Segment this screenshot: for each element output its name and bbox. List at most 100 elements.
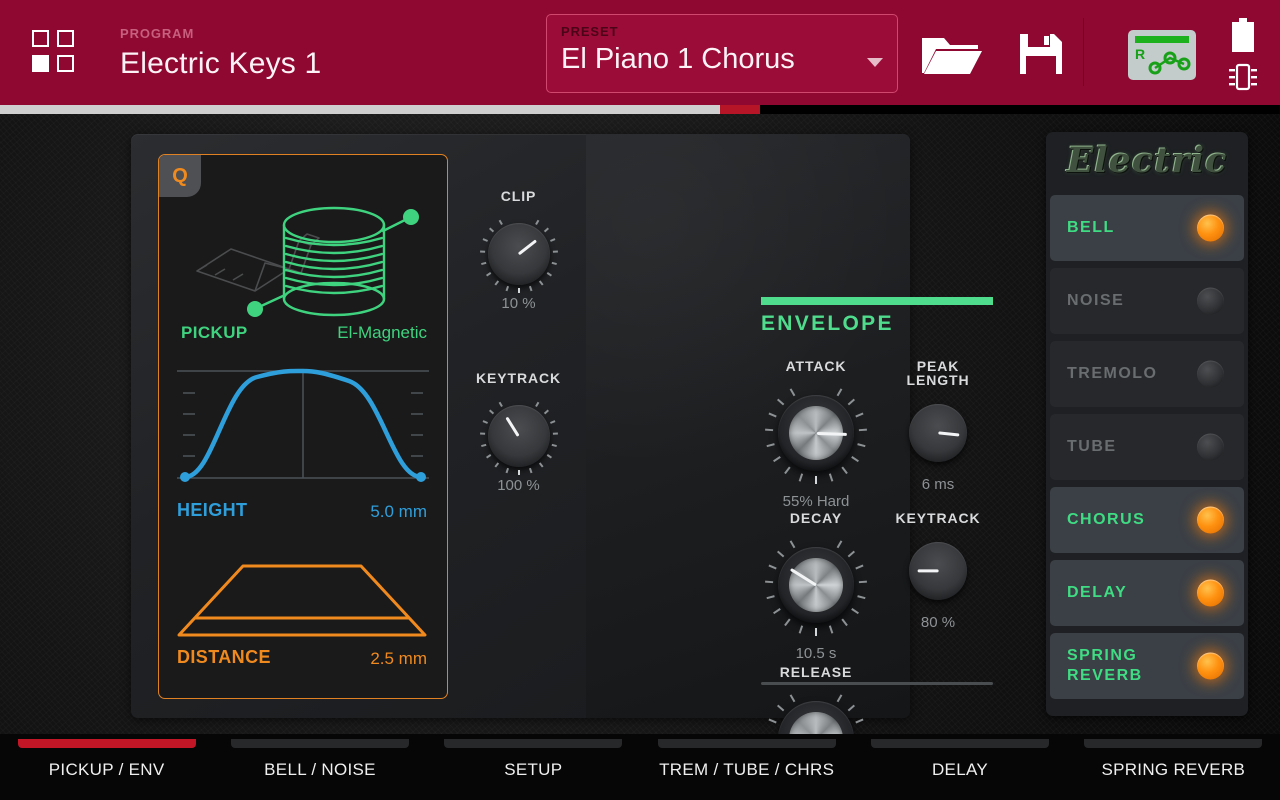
preset-value: El Piano 1 Chorus: [561, 43, 795, 75]
battery-icon: [1232, 18, 1254, 52]
pickup-knob-column: CLIP 10 % KEYTRACK 100 %: [456, 154, 581, 699]
header-divider: [1083, 18, 1084, 86]
tab-label-pickup-env: PICKUP / ENV: [48, 760, 165, 779]
distance-trapezoid-graph[interactable]: [173, 550, 433, 645]
distance-value[interactable]: 2.5 mm: [370, 649, 427, 669]
program-display[interactable]: PROGRAM Electric Keys 1: [120, 26, 321, 81]
module-item-bell[interactable]: BELL: [1050, 195, 1244, 261]
envelope-accent-bar: [761, 297, 993, 305]
tab-pickup-env[interactable]: PICKUP / ENV: [0, 734, 213, 800]
chip-icon: [1228, 62, 1258, 92]
peak-length-knob-value: 6 ms: [921, 476, 955, 493]
module-label-chorus: CHORUS: [1067, 511, 1146, 528]
routing-matrix-icon[interactable]: R: [1128, 30, 1196, 80]
knob-pointer: [937, 431, 959, 437]
keytrack-knob[interactable]: [479, 401, 558, 475]
height-info-row: HEIGHT 5.0 mm: [159, 500, 447, 530]
knob-tick: [815, 433, 817, 484]
module-item-tremolo[interactable]: TREMOLO: [1050, 341, 1244, 407]
clip-knob-label: CLIP: [500, 188, 537, 204]
bottom-tab-bar: PICKUP / ENV BELL / NOISE SETUP TREM / TUBE…: [0, 734, 1280, 800]
header-progress-bar[interactable]: [0, 105, 1280, 114]
module-item-noise[interactable]: NOISE: [1050, 268, 1244, 334]
knob-tick: [776, 398, 817, 434]
brand-logo: Electric: [1066, 140, 1228, 181]
tab-indicator-delay: [870, 739, 1049, 748]
tab-indicator-setup: [444, 739, 623, 748]
keytrack-knob-group[interactable]: KEYTRACK 100 %: [456, 371, 581, 494]
decay-knob[interactable]: [765, 540, 867, 636]
module-label-delay: DELAY: [1067, 584, 1128, 601]
module-led-tube[interactable]: [1197, 433, 1224, 461]
attack-knob[interactable]: [765, 388, 867, 484]
program-label: PROGRAM: [120, 26, 195, 41]
tab-label-spring-reverb: SPRING REVERB: [1101, 760, 1246, 779]
module-led-noise[interactable]: [1197, 287, 1224, 315]
tab-spring-reverb[interactable]: SPRING REVERB: [1067, 734, 1280, 800]
preset-label: PRESET: [561, 24, 619, 39]
header-bar: PROGRAM Electric Keys 1 PRESET El Piano …: [0, 0, 1280, 105]
peak-length-knob-group[interactable]: PEAK LENGTH 6 ms: [883, 359, 993, 493]
peak-length-knob-label: PEAK LENGTH: [906, 358, 970, 388]
module-label-tremolo: TREMOLO: [1067, 365, 1158, 382]
floppy-disk-save-icon[interactable]: [1018, 32, 1064, 76]
clip-knob[interactable]: [479, 219, 558, 293]
module-led-bell[interactable]: [1197, 214, 1224, 242]
pickup-type-value[interactable]: El-Magnetic: [337, 323, 427, 343]
chevron-down-icon[interactable]: [867, 58, 883, 67]
height-value[interactable]: 5.0 mm: [370, 502, 427, 522]
module-item-tube[interactable]: TUBE: [1050, 414, 1244, 480]
distance-label: DISTANCE: [177, 647, 271, 667]
tab-indicator-pickup-env: [17, 739, 196, 748]
envelope-footer-line: [761, 682, 993, 685]
module-label-bell: BELL: [1067, 219, 1115, 236]
tab-label-setup: SETUP: [504, 760, 563, 779]
tab-indicator-spring-reverb: [1084, 739, 1263, 748]
env-keytrack-knob-value: 80 %: [920, 614, 956, 631]
progress-red-segment: [720, 105, 760, 114]
module-item-delay[interactable]: DELAY: [1050, 560, 1244, 626]
module-label-spring-reverb: SPRING REVERB: [1067, 647, 1143, 684]
pickup-panel[interactable]: Q PICKUP El-Magnetic HEIGHT 5.0 mm DISTA…: [158, 154, 448, 699]
decay-knob-value: 10.5 s: [795, 645, 837, 662]
module-label-tube: TUBE: [1067, 438, 1117, 455]
knob-pointer: [917, 569, 938, 573]
module-led-spring-reverb[interactable]: [1197, 652, 1224, 680]
folder-open-icon[interactable]: [920, 32, 982, 76]
decay-knob-group[interactable]: DECAY 10.5 s: [761, 511, 871, 662]
module-led-tremolo[interactable]: [1197, 360, 1224, 388]
tab-indicator-trem-tube-chrs: [657, 739, 836, 748]
release-knob-label: RELEASE: [779, 664, 853, 680]
attack-knob-label: ATTACK: [785, 358, 847, 374]
tab-bell-noise[interactable]: BELL / NOISE: [213, 734, 426, 800]
attack-knob-group[interactable]: ATTACK 55% Hard: [761, 359, 871, 510]
module-item-spring-reverb[interactable]: SPRING REVERB: [1050, 633, 1244, 699]
decay-knob-label: DECAY: [789, 510, 843, 526]
module-item-chorus[interactable]: CHORUS: [1050, 487, 1244, 553]
tab-trem-tube-chrs[interactable]: TREM / TUBE / CHRS: [640, 734, 853, 800]
pickup-coil-graphic: [159, 183, 447, 323]
clip-knob-group[interactable]: CLIP 10 %: [456, 189, 581, 312]
knob-tick: [815, 585, 817, 636]
main-panel: Q PICKUP El-Magnetic HEIGHT 5.0 mm DISTA…: [131, 134, 993, 800]
module-sidebar: Electric BELL NOISE TREMOLO TUBE CHORUS DELAY…: [1046, 132, 1248, 716]
env-keytrack-knob-group[interactable]: KEYTRACK 80 %: [883, 511, 993, 631]
tab-label-delay: DELAY: [931, 760, 988, 779]
height-label: HEIGHT: [177, 500, 248, 520]
pickup-title: PICKUP: [181, 323, 248, 342]
preset-selector[interactable]: PRESET El Piano 1 Chorus: [546, 14, 898, 93]
keytrack-knob-ticks: [479, 401, 558, 475]
progress-gray-segment: [0, 105, 720, 114]
module-led-chorus[interactable]: [1197, 506, 1224, 534]
tab-delay[interactable]: DELAY: [853, 734, 1066, 800]
keytrack-knob-value: 100 %: [497, 477, 540, 494]
pickup-info-row: PICKUP El-Magnetic: [159, 323, 447, 353]
module-led-delay[interactable]: [1197, 579, 1224, 607]
height-curve-graph[interactable]: [173, 365, 433, 490]
tab-setup[interactable]: SETUP: [427, 734, 640, 800]
distance-info-row: DISTANCE 2.5 mm: [159, 647, 447, 677]
peak-length-knob[interactable]: [909, 404, 967, 462]
grid-menu-icon[interactable]: [32, 30, 74, 72]
envelope-title: ENVELOPE: [761, 312, 894, 335]
env-keytrack-knob[interactable]: [909, 542, 967, 600]
